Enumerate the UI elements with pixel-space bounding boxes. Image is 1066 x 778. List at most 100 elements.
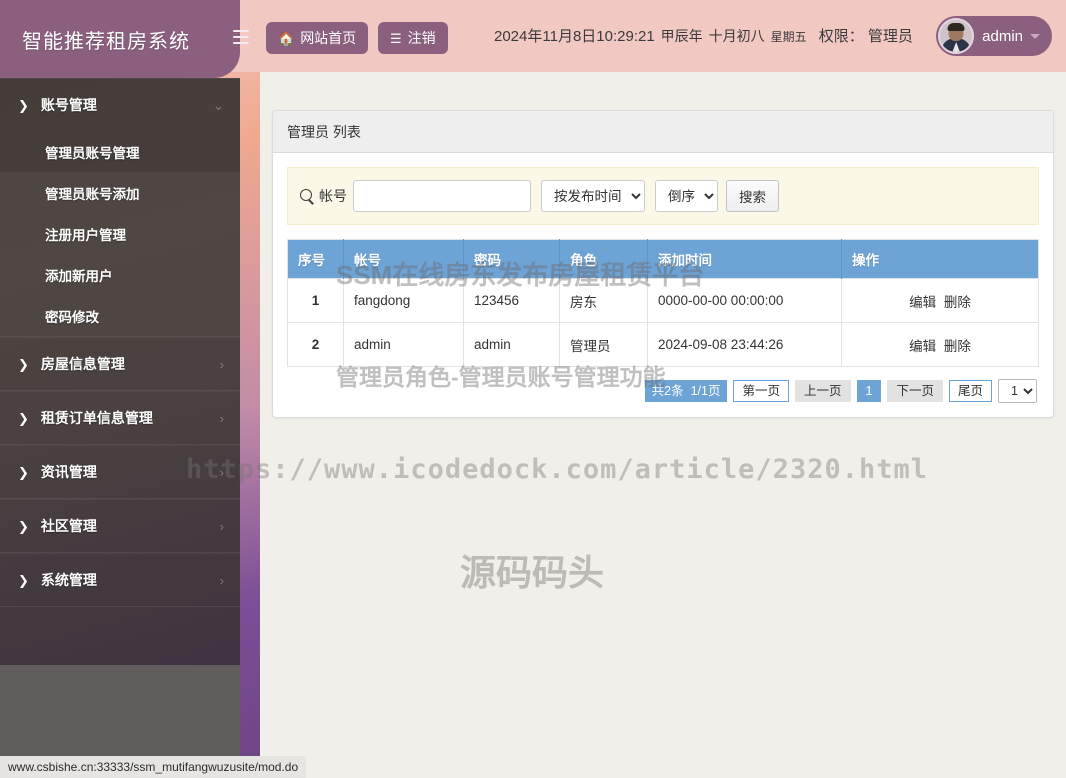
brand-title: 智能推荐租房系统	[22, 30, 190, 53]
chevron-right-end-icon: ›	[219, 572, 224, 588]
cell-account: admin	[343, 322, 464, 367]
sidebar-menu: ❯ 账号管理 ⌄ 管理员账号管理 管理员账号添加 注册用户管理 添加新用户 密码…	[0, 78, 240, 665]
cell-operations: 编辑 删除	[841, 322, 1039, 367]
sidebar-group-header-community[interactable]: ❯ 社区管理 ›	[0, 500, 240, 552]
sidebar-group-community: ❯ 社区管理 ›	[0, 499, 240, 553]
search-field-label: 帐号	[319, 188, 347, 204]
col-header-password: 密码	[463, 239, 560, 279]
sidebar-item-admin-account-add[interactable]: 管理员账号添加	[0, 172, 240, 213]
delete-link[interactable]: 删除	[944, 295, 971, 310]
hamburger-icon[interactable]	[228, 24, 254, 50]
edit-link[interactable]: 编辑	[909, 295, 936, 310]
sidebar-group-house: ❯ 房屋信息管理 ›	[0, 337, 240, 391]
pagination: 共2条 1/1页 第一页 上一页 1 下一页 尾页 1	[287, 379, 1039, 403]
sidebar-group-header-news[interactable]: ❯ 资讯管理 ›	[0, 446, 240, 498]
cell-password: 123456	[463, 278, 560, 323]
cell-index: 2	[287, 322, 344, 367]
pagination-jump-select[interactable]: 1	[998, 379, 1037, 403]
sidebar-group-label: 账号管理	[40, 97, 97, 113]
list-card: 管理员 列表 帐号 按发布时间 倒序 搜索 序号 帐号 密码 角色 添加时间 操…	[272, 110, 1054, 418]
clock-datetime: 2024年11月8日10:29:21	[494, 28, 655, 45]
app-root: ❯ 账号管理 ⌄ 管理员账号管理 管理员账号添加 注册用户管理 添加新用户 密码…	[0, 0, 1066, 778]
sidebar-group-header-house[interactable]: ❯ 房屋信息管理 ›	[0, 338, 240, 390]
sidebar-item-add-new-user[interactable]: 添加新用户	[0, 254, 240, 295]
table-head: 序号 帐号 密码 角色 添加时间 操作	[287, 239, 1039, 279]
pagination-prev[interactable]: 上一页	[795, 380, 851, 402]
cell-operations: 编辑 删除	[841, 278, 1039, 323]
admin-table: 序号 帐号 密码 角色 添加时间 操作 1 fangdong 123456 房东…	[287, 239, 1039, 367]
clock-weekday: 星期五	[770, 30, 807, 44]
table-row: 1 fangdong 123456 房东 0000-00-00 00:00:00…	[287, 278, 1039, 323]
search-input[interactable]	[353, 180, 531, 212]
site-home-button[interactable]: 🏠 网站首页	[266, 22, 369, 54]
sidebar-group-header-account[interactable]: ❯ 账号管理 ⌄	[0, 79, 240, 131]
logout-button[interactable]: ☰ 注销	[378, 22, 448, 54]
chevron-right-icon: ❯	[18, 572, 29, 588]
permission-label: 权限： 管理员	[818, 28, 913, 45]
chevron-right-icon: ❯	[18, 518, 29, 534]
sidebar-group-orders: ❯ 租赁订单信息管理 ›	[0, 391, 240, 445]
chevron-right-end-icon: ›	[219, 410, 224, 426]
cell-account: fangdong	[343, 278, 464, 323]
sidebar-group-account: ❯ 账号管理 ⌄ 管理员账号管理 管理员账号添加 注册用户管理 添加新用户 密码…	[0, 78, 240, 337]
chevron-right-end-icon: ›	[219, 464, 224, 480]
card-header: 管理员 列表	[273, 111, 1053, 153]
sidebar-item-admin-account-manage[interactable]: 管理员账号管理	[0, 131, 240, 172]
search-icon	[300, 188, 315, 204]
cell-index: 1	[287, 278, 344, 323]
main-content: 管理员 列表 帐号 按发布时间 倒序 搜索 序号 帐号 密码 角色 添加时间 操…	[260, 72, 1066, 778]
clock-line: 2024年11月8日10:29:21 甲辰年 十月初八 星期五 权限： 管理员	[494, 25, 913, 46]
sort-order-select[interactable]: 倒序	[655, 180, 718, 212]
clock-ganzhi: 甲辰年	[660, 28, 703, 44]
user-name: admin	[982, 27, 1023, 45]
search-bar: 帐号 按发布时间 倒序 搜索	[287, 167, 1039, 225]
sidebar-group-label: 资讯管理	[40, 464, 97, 480]
pagination-first[interactable]: 第一页	[733, 380, 789, 402]
col-header-added-time: 添加时间	[647, 239, 842, 279]
brand-block: 智能推荐租房系统	[0, 0, 240, 78]
pagination-last[interactable]: 尾页	[948, 380, 992, 402]
user-menu[interactable]: admin	[936, 16, 1052, 56]
cell-role: 管理员	[559, 322, 648, 367]
sort-field-select[interactable]: 按发布时间	[541, 180, 645, 212]
cell-role: 房东	[559, 278, 648, 323]
table-body: 1 fangdong 123456 房东 0000-00-00 00:00:00…	[287, 278, 1039, 367]
card-body: 帐号 按发布时间 倒序 搜索 序号 帐号 密码 角色 添加时间 操作 1 fan…	[273, 153, 1053, 417]
avatar	[938, 18, 975, 54]
sidebar-group-header-orders[interactable]: ❯ 租赁订单信息管理 ›	[0, 392, 240, 444]
col-header-account: 帐号	[343, 239, 464, 279]
sidebar-item-registered-user-manage[interactable]: 注册用户管理	[0, 213, 240, 254]
cell-password: admin	[463, 322, 560, 367]
chevron-right-end-icon: ›	[219, 356, 224, 372]
chevron-right-icon: ❯	[18, 410, 29, 426]
site-home-label: 网站首页	[300, 30, 357, 46]
cell-added-time: 2024-09-08 23:44:26	[647, 322, 842, 367]
sidebar-group-header-system[interactable]: ❯ 系统管理 ›	[0, 554, 240, 606]
sidebar: ❯ 账号管理 ⌄ 管理员账号管理 管理员账号添加 注册用户管理 添加新用户 密码…	[0, 0, 260, 778]
list-icon: ☰	[390, 30, 402, 46]
search-button[interactable]: 搜索	[726, 180, 779, 212]
cell-added-time: 0000-00-00 00:00:00	[647, 278, 842, 323]
col-header-index: 序号	[287, 239, 344, 279]
delete-link[interactable]: 删除	[944, 339, 971, 354]
edit-link[interactable]: 编辑	[909, 339, 936, 354]
table-header-row: 序号 帐号 密码 角色 添加时间 操作	[287, 239, 1039, 279]
chevron-right-icon: ❯	[18, 464, 29, 480]
logout-label: 注销	[407, 30, 436, 46]
chevron-right-icon: ❯	[18, 97, 29, 113]
sidebar-item-change-password[interactable]: 密码修改	[0, 295, 240, 336]
pagination-summary: 共2条 1/1页	[644, 380, 728, 402]
sidebar-group-label: 租赁订单信息管理	[40, 410, 153, 426]
col-header-role: 角色	[559, 239, 648, 279]
pagination-total: 共2条	[651, 384, 684, 398]
pagination-page-of: 1/1页	[690, 384, 721, 398]
sidebar-submenu-account: 管理员账号管理 管理员账号添加 注册用户管理 添加新用户 密码修改	[0, 131, 240, 336]
chevron-right-icon: ❯	[18, 356, 29, 372]
pagination-current-page[interactable]: 1	[856, 380, 882, 402]
col-header-operations: 操作	[841, 239, 1039, 279]
chevron-right-end-icon: ›	[219, 518, 224, 534]
clock-lunar: 十月初八	[708, 28, 765, 44]
sidebar-group-label: 社区管理	[40, 518, 97, 534]
pagination-next[interactable]: 下一页	[887, 380, 943, 402]
sidebar-group-system: ❯ 系统管理 ›	[0, 553, 240, 607]
